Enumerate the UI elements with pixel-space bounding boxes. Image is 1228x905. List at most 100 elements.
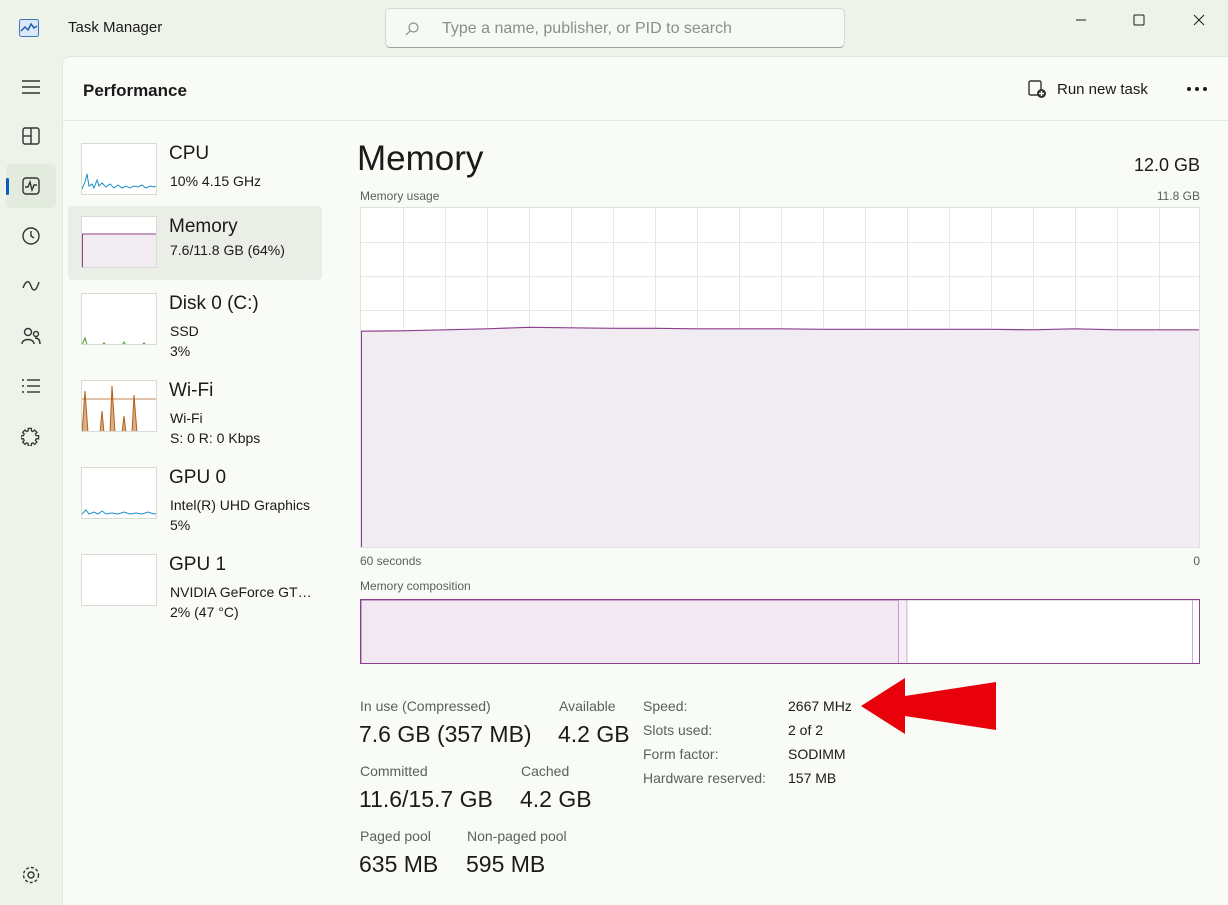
page-title: Performance: [83, 81, 187, 101]
slots-used-label: Slots used:: [643, 722, 712, 738]
processes-icon: [21, 126, 41, 146]
device-name: Disk 0 (C:): [169, 293, 259, 315]
non-paged-pool-value: 595 MB: [466, 851, 545, 878]
device-detail: NVIDIA GeForce GTX 1650: [170, 584, 320, 600]
committed-label: Committed: [360, 763, 428, 779]
device-detail-2: 5%: [170, 517, 320, 533]
non-paged-pool-label: Non-paged pool: [467, 828, 567, 844]
memory-usage-chart: [361, 208, 1200, 548]
close-icon: [1193, 14, 1205, 26]
nav-item-services[interactable]: [6, 414, 56, 458]
nav-menu-button[interactable]: [6, 65, 56, 109]
nav-item-app-history[interactable]: [6, 214, 56, 258]
available-value: 4.2 GB: [558, 721, 630, 748]
memory-usage-graph: [360, 207, 1200, 548]
device-detail: SSD: [170, 323, 320, 339]
window-title: Task Manager: [68, 19, 162, 36]
maximize-button[interactable]: [1110, 0, 1168, 40]
task-manager-app-icon: [19, 19, 39, 37]
device-item-disk[interactable]: Disk 0 (C:) SSD 3%: [68, 283, 322, 357]
device-item-gpu0[interactable]: GPU 0 Intel(R) UHD Graphics 5%: [68, 457, 322, 531]
composition-standby: [907, 600, 1193, 664]
speed-value: 2667 MHz: [788, 698, 852, 714]
performance-icon: [21, 176, 41, 196]
in-use-value: 7.6 GB (357 MB): [359, 721, 532, 748]
device-item-wifi[interactable]: Wi-Fi Wi-Fi S: 0 R: 0 Kbps: [68, 370, 322, 444]
nav-item-processes[interactable]: [6, 114, 56, 158]
speed-label: Speed:: [643, 698, 687, 714]
app-history-icon: [21, 226, 41, 246]
search-input[interactable]: [442, 18, 832, 40]
nav-item-details[interactable]: [6, 364, 56, 408]
nav-item-settings[interactable]: [6, 853, 56, 897]
hamburger-menu-icon: [21, 79, 41, 95]
paged-pool-label: Paged pool: [360, 828, 431, 844]
device-name: GPU 0: [169, 467, 226, 489]
composition-free: [1193, 600, 1200, 664]
device-name: Memory: [169, 216, 238, 238]
device-item-gpu1[interactable]: GPU 1 NVIDIA GeForce GTX 1650 2% (47 °C): [68, 544, 322, 618]
form-factor-value: SODIMM: [788, 746, 846, 762]
composition-modified: [899, 600, 907, 664]
run-new-task-button[interactable]: Run new task: [1027, 77, 1148, 101]
gpu1-thumbnail-graph: [81, 554, 157, 606]
device-name: GPU 1: [169, 554, 226, 576]
memory-usage-area: [361, 327, 1200, 548]
memory-heading: Memory: [357, 139, 483, 179]
nav-item-users[interactable]: [6, 314, 56, 358]
memory-usage-max: 11.8 GB: [1157, 189, 1200, 203]
memory-composition-bar: [360, 599, 1200, 664]
startup-apps-icon: [21, 276, 41, 296]
device-detail: Intel(R) UHD Graphics: [170, 497, 320, 513]
memory-total: 12.0 GB: [1134, 155, 1200, 176]
memory-composition-chart: [361, 600, 1200, 664]
run-new-task-icon: [1027, 79, 1047, 99]
close-button[interactable]: [1170, 0, 1228, 40]
device-name: Wi-Fi: [169, 380, 213, 402]
disk-thumbnail-graph: [81, 293, 157, 345]
title-bar: Task Manager: [0, 0, 1228, 56]
services-icon: [21, 426, 41, 446]
panel-header: Performance Run new task: [63, 57, 1228, 121]
cached-label: Cached: [521, 763, 569, 779]
device-item-memory[interactable]: Memory 7.6/11.8 GB (64%): [68, 206, 322, 280]
maximize-icon: [1133, 14, 1145, 26]
memory-usage-label: Memory usage: [360, 189, 439, 203]
committed-value: 11.6/15.7 GB: [359, 786, 493, 813]
details-icon: [21, 378, 41, 394]
available-label: Available: [559, 698, 616, 714]
hardware-reserved-label: Hardware reserved:: [643, 770, 766, 786]
device-detail: Wi-Fi: [170, 410, 320, 426]
form-factor-label: Form factor:: [643, 746, 718, 762]
nav-item-startup-apps[interactable]: [6, 264, 56, 308]
minimize-icon: [1075, 14, 1087, 26]
red-arrow-annotation-icon: [861, 678, 997, 734]
gpu0-thumbnail-graph: [81, 467, 157, 519]
device-detail: 10% 4.15 GHz: [170, 173, 320, 189]
minimize-button[interactable]: [1052, 0, 1110, 40]
search-box[interactable]: [385, 8, 845, 48]
nav-item-performance[interactable]: [6, 164, 56, 208]
memory-composition-label: Memory composition: [360, 579, 471, 593]
wifi-thumbnail-graph: [81, 380, 157, 432]
graph-axis-left-label: 60 seconds: [360, 554, 421, 568]
hardware-reserved-value: 157 MB: [788, 770, 836, 786]
cached-value: 4.2 GB: [520, 786, 592, 813]
cpu-thumbnail-graph: [81, 143, 157, 195]
composition-in-use: [361, 600, 899, 664]
more-dot-icon: [1195, 87, 1199, 91]
device-detail-2: S: 0 R: 0 Kbps: [170, 430, 320, 446]
device-detail-2: 3%: [170, 343, 320, 359]
settings-icon: [21, 865, 41, 885]
run-new-task-label: Run new task: [1057, 81, 1148, 98]
more-dot-icon: [1203, 87, 1207, 91]
device-item-cpu[interactable]: CPU 10% 4.15 GHz: [68, 133, 322, 207]
device-detail-2: 2% (47 °C): [170, 604, 320, 620]
more-options-button[interactable]: [1181, 77, 1213, 101]
in-use-label: In use (Compressed): [360, 698, 491, 714]
slots-used-value: 2 of 2: [788, 722, 823, 738]
memory-thumbnail-graph: [81, 216, 157, 268]
search-icon: [404, 21, 420, 37]
device-name: CPU: [169, 143, 209, 165]
navigation-rail: [0, 56, 62, 905]
